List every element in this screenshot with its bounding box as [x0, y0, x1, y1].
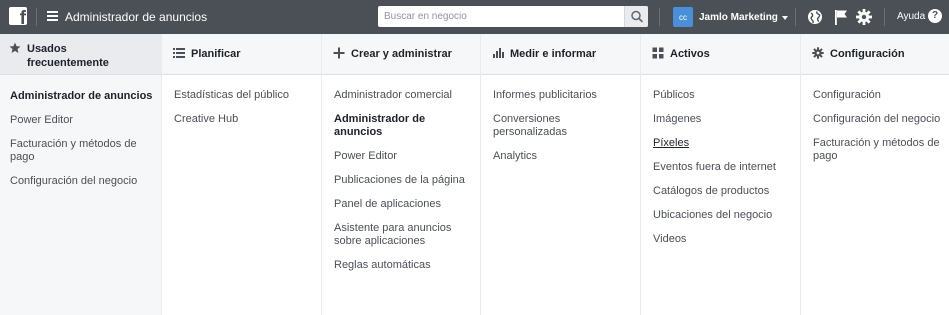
facebook-logo-icon[interactable]: f	[9, 7, 27, 25]
chevron-down-icon	[781, 15, 788, 20]
menu-item-audiences[interactable]: Públicos	[653, 89, 792, 102]
divider	[884, 8, 885, 26]
column-items: Estadísticas del público Creative Hub	[174, 89, 313, 137]
menu-item-ads-manager[interactable]: Administrador de anuncios	[334, 113, 472, 139]
column-title: Configuración	[830, 48, 905, 60]
column-title: Medir e informar	[510, 48, 597, 60]
divider	[659, 8, 660, 26]
menu-item-ads-manager[interactable]: Administrador de anuncios	[10, 90, 153, 103]
menu-item-analytics[interactable]: Analytics	[493, 150, 632, 163]
menu-item-business-settings[interactable]: Configuración del negocio	[813, 113, 941, 126]
search-box	[378, 6, 648, 27]
help-icon[interactable]: ?	[928, 9, 942, 23]
menu-item-app-dashboard[interactable]: Panel de aplicaciones	[334, 198, 472, 211]
menu-columns: Usados frecuentemente Administrador de a…	[0, 34, 949, 315]
column-items: Administrador comercial Administrador de…	[334, 89, 472, 283]
menu-item-settings[interactable]: Configuración	[813, 89, 941, 102]
column-create-manage: Crear y administrar Administrador comerc…	[321, 34, 480, 315]
menu-item-creative-hub[interactable]: Creative Hub	[174, 113, 313, 126]
column-header: Planificar	[162, 34, 321, 75]
divider	[795, 8, 796, 26]
flag-icon[interactable]	[832, 8, 850, 26]
column-title: Crear y administrar	[351, 48, 452, 60]
menu-item-page-posts[interactable]: Publicaciones de la página	[334, 174, 472, 187]
grid-icon	[652, 47, 664, 59]
column-assets: Activos Públicos Imágenes Píxeles Evento…	[640, 34, 800, 315]
hamburger-menu-icon[interactable]	[47, 11, 58, 21]
gear-icon	[812, 47, 824, 59]
column-header: Crear y administrar	[322, 34, 480, 75]
app-title[interactable]: Administrador de anuncios	[65, 10, 207, 24]
account-name: Jamlo Marketing	[699, 11, 778, 23]
menu-item-images[interactable]: Imágenes	[653, 113, 792, 126]
column-header: Configuración	[801, 34, 949, 75]
menu-item-videos[interactable]: Videos	[653, 233, 792, 246]
bar-chart-icon	[493, 48, 504, 58]
menu-item-product-catalogs[interactable]: Catálogos de productos	[653, 185, 792, 198]
column-header: Activos	[641, 34, 800, 75]
menu-item-business-settings[interactable]: Configuración del negocio	[10, 175, 153, 188]
divider	[36, 8, 37, 26]
search-input[interactable]	[378, 6, 624, 27]
column-title: Activos	[670, 48, 710, 60]
globe-icon[interactable]	[806, 8, 824, 26]
column-plan: Planificar Estadísticas del público Crea…	[161, 34, 321, 315]
column-header: Usados frecuentemente	[0, 34, 161, 75]
column-measure-report: Medir e informar Informes publicitarios …	[480, 34, 640, 315]
column-items: Administrador de anuncios Power Editor F…	[10, 90, 153, 199]
column-frequently-used: Usados frecuentemente Administrador de a…	[0, 34, 161, 315]
account-avatar: cc	[673, 7, 693, 27]
list-icon	[173, 48, 185, 58]
menu-item-offline-events[interactable]: Eventos fuera de internet	[653, 161, 792, 174]
menu-item-audience-insights[interactable]: Estadísticas del público	[174, 89, 313, 102]
menu-item-automated-rules[interactable]: Reglas automáticas	[334, 259, 472, 272]
menu-item-billing[interactable]: Facturación y métodos de pago	[813, 137, 941, 163]
menu-item-business-locations[interactable]: Ubicaciones del negocio	[653, 209, 792, 222]
plus-icon	[333, 47, 345, 59]
menu-item-ads-reporting[interactable]: Informes publicitarios	[493, 89, 632, 102]
column-items: Públicos Imágenes Píxeles Eventos fuera …	[653, 89, 792, 257]
help-link[interactable]: Ayuda	[897, 11, 925, 22]
search-icon	[631, 10, 643, 23]
menu-item-custom-conversions[interactable]: Conversiones personalizadas	[493, 113, 632, 139]
account-switcher[interactable]: cc Jamlo Marketing	[673, 7, 788, 27]
star-icon	[9, 42, 21, 53]
search-button[interactable]	[624, 6, 648, 27]
menu-item-billing[interactable]: Facturación y métodos de pago	[10, 138, 153, 164]
gear-icon[interactable]	[855, 8, 873, 26]
column-title: Planificar	[191, 48, 241, 60]
column-header: Medir e informar	[481, 34, 640, 75]
column-settings: Configuración Configuración Configuració…	[800, 34, 949, 315]
menu-item-pixels[interactable]: Píxeles	[653, 137, 792, 150]
facebook-logo-letter: f	[19, 8, 26, 25]
menu-item-app-ads-helper[interactable]: Asistente para anuncios sobre aplicacion…	[334, 222, 472, 248]
menu-item-power-editor[interactable]: Power Editor	[334, 150, 472, 163]
menu-item-power-editor[interactable]: Power Editor	[10, 114, 153, 127]
column-items: Informes publicitarios Conversiones pers…	[493, 89, 632, 174]
column-items: Configuración Configuración del negocio …	[813, 89, 941, 174]
top-bar: f Administrador de anuncios cc Jamlo Mar…	[0, 0, 949, 34]
column-title: Usados frecuentemente	[27, 43, 109, 69]
menu-item-business-manager[interactable]: Administrador comercial	[334, 89, 472, 102]
